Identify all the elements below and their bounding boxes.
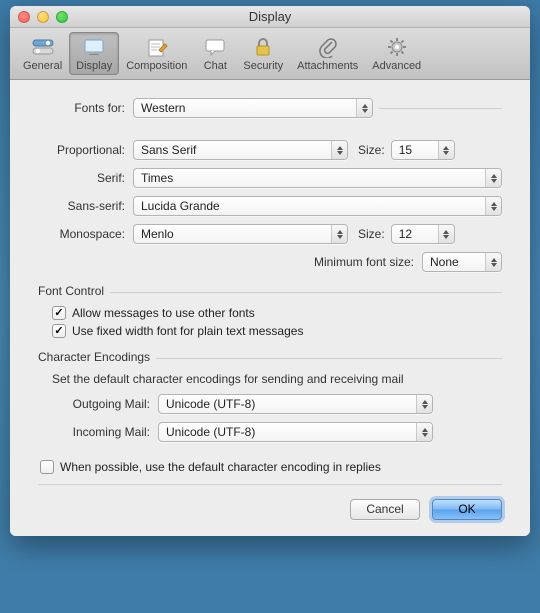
default-encoding-reply-checkbox[interactable] [40,460,54,474]
sans-serif-label: Sans-serif: [38,199,133,213]
close-icon[interactable] [18,11,30,23]
toolbar-chat[interactable]: Chat [194,32,236,75]
font-control-section: Font Control [38,284,502,298]
incoming-mail-select[interactable]: Unicode (UTF-8) [158,422,433,442]
chevron-updown-icon [416,423,432,441]
button-bar: Cancel OK [38,484,502,520]
switches-icon [29,35,57,59]
minimize-icon[interactable] [37,11,49,23]
toolbar-composition[interactable]: Composition [119,32,194,75]
serif-select[interactable]: Times [133,168,502,188]
fixed-width-plain-checkbox[interactable] [52,324,66,338]
gear-icon [383,35,411,59]
allow-other-fonts-label: Allow messages to use other fonts [72,306,255,320]
min-font-size-label: Minimum font size: [314,255,414,269]
serif-label: Serif: [38,171,133,185]
chevron-updown-icon [485,197,501,215]
chevron-updown-icon [416,395,432,413]
toolbar-general[interactable]: General [16,32,69,75]
proportional-label: Proportional: [38,143,133,157]
allow-other-fonts-checkbox[interactable] [52,306,66,320]
divider [110,292,502,293]
chat-bubble-icon [201,35,229,59]
paperclip-icon [314,35,342,59]
chevron-updown-icon [331,141,347,159]
traffic-lights [18,11,68,23]
divider [379,108,502,109]
monospace-select[interactable]: Menlo [133,224,348,244]
window-title: Display [249,9,292,24]
monospace-size-select[interactable]: 12 [391,224,455,244]
sans-serif-select[interactable]: Lucida Grande [133,196,502,216]
pencil-paper-icon [143,35,171,59]
fonts-for-select[interactable]: Western [133,98,373,118]
monospace-label: Monospace: [38,227,133,241]
cancel-button[interactable]: Cancel [350,499,420,520]
chevron-updown-icon [356,99,372,117]
chevron-updown-icon [485,169,501,187]
outgoing-mail-select[interactable]: Unicode (UTF-8) [158,394,433,414]
toolbar-security[interactable]: Security [236,32,290,75]
divider [156,358,502,359]
proportional-size-select[interactable]: 15 [391,140,455,160]
proportional-select[interactable]: Sans Serif [133,140,348,160]
toolbar-advanced[interactable]: Advanced [365,32,428,75]
encodings-section: Character Encodings [38,350,502,364]
chevron-updown-icon [438,141,454,159]
fixed-width-plain-label: Use fixed width font for plain text mess… [72,324,303,338]
monospace-size-label: Size: [358,227,385,241]
min-font-size-select[interactable]: None [422,252,502,272]
incoming-mail-label: Incoming Mail: [38,425,158,439]
zoom-icon[interactable] [56,11,68,23]
fonts-for-label: Fonts for: [38,101,133,115]
default-encoding-reply-label: When possible, use the default character… [60,460,381,474]
preferences-window: Display General Display Composition Chat [10,6,530,536]
outgoing-mail-label: Outgoing Mail: [38,397,158,411]
chevron-updown-icon [331,225,347,243]
toolbar-display[interactable]: Display [69,32,119,75]
titlebar: Display [10,6,530,28]
chevron-updown-icon [485,253,501,271]
toolbar-attachments[interactable]: Attachments [290,32,365,75]
lock-icon [249,35,277,59]
content-area: Fonts for: Western Proportional: Sans Se… [10,80,530,536]
encodings-description: Set the default character encodings for … [52,372,502,386]
ok-button[interactable]: OK [432,499,502,520]
proportional-size-label: Size: [358,143,385,157]
toolbar: General Display Composition Chat Securit… [10,28,530,80]
display-icon [80,35,108,59]
chevron-updown-icon [438,225,454,243]
